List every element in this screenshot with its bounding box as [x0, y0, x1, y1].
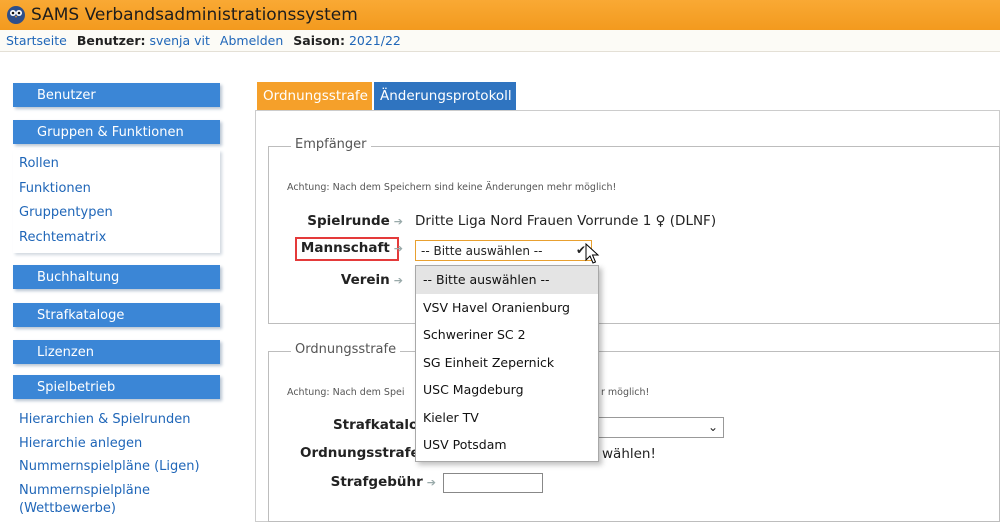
sidebar-item-hierarchie-anlegen[interactable]: Hierarchie anlegen	[0, 432, 200, 456]
sidebar-item-nummernspielplaene-ligen[interactable]: Nummernspielpläne (Ligen)	[0, 455, 200, 479]
top-navbar: Startseite Benutzer: svenja vit Abmelden…	[0, 30, 1000, 52]
strafkatalog-label: Strafkatalog	[300, 417, 428, 433]
arrow-right-icon: ➔	[426, 476, 436, 489]
app-titlebar: SAMS Verbandsadministrationssystem	[0, 0, 1000, 30]
empfaenger-legend: Empfänger	[291, 137, 371, 152]
mannschaft-select-value: -- Bitte auswählen --	[421, 243, 543, 258]
ordnungsstrafe-note-end: r möglich!	[601, 387, 650, 398]
empfaenger-note: Achtung: Nach dem Speichern sind keine Ä…	[287, 182, 617, 193]
dropdown-option[interactable]: SG Einheit Zepernick	[416, 349, 598, 377]
dropdown-option[interactable]: Schweriner SC 2	[416, 321, 598, 349]
sidebar-spielbetrieb-list: Hierarchien & Spielrunden Hierarchie anl…	[0, 408, 200, 518]
user-label: Benutzer:	[76, 33, 146, 48]
verein-label-text: Verein	[340, 272, 390, 288]
chevron-down-icon: ⌄	[707, 420, 718, 434]
dropdown-option[interactable]: VSV Havel Oranienburg	[416, 294, 598, 322]
dropdown-option[interactable]: Kieler TV	[416, 404, 598, 432]
home-link[interactable]: Startseite	[6, 33, 67, 48]
arrow-right-icon: ➔	[393, 274, 403, 287]
dropdown-option[interactable]: USV Potsdam	[416, 431, 598, 459]
ordnungsstrafe-note-start: Achtung: Nach dem Spei	[287, 387, 405, 398]
owl-logo-icon	[7, 6, 25, 24]
sidebar-item-gruppentypen[interactable]: Gruppentypen	[0, 201, 113, 226]
sidebar-spielbetrieb-button[interactable]: Spielbetrieb	[13, 375, 220, 399]
mannschaft-label-text: Mannschaft	[300, 240, 390, 256]
ordnungsstrafe-value-tail: wählen!	[602, 446, 656, 462]
user-name-link[interactable]: svenja vit	[150, 33, 210, 48]
season-link[interactable]: 2021/22	[349, 33, 401, 48]
spielrunde-value: Dritte Liga Nord Frauen Vorrunde 1 ♀ (DL…	[415, 213, 717, 229]
spielrunde-label: Spielrunde ➔	[295, 213, 403, 229]
strafgebuehr-label-text: Strafgebühr	[330, 474, 423, 490]
arrow-right-icon: ➔	[393, 242, 403, 255]
sidebar-gruppen-list: Rollen Funktionen Gruppentypen Rechtemat…	[0, 152, 113, 250]
mannschaft-dropdown-list: -- Bitte auswählen -- VSV Havel Oranienb…	[415, 265, 599, 462]
mannschaft-select[interactable]: -- Bitte auswählen -- ✔	[415, 240, 592, 261]
sidebar-benutzer-button[interactable]: Benutzer	[13, 83, 220, 107]
season-label: Saison:	[293, 33, 345, 48]
ordnungsstrafe-label-text: Ordnungsstrafe	[300, 445, 420, 461]
empfaenger-fieldset: Empfänger	[268, 137, 1000, 324]
logout-link[interactable]: Abmelden	[220, 33, 283, 48]
tab-aenderungsprotokoll[interactable]: Änderungsprotokoll	[374, 82, 516, 110]
tab-ordnungsstrafe[interactable]: Ordnungsstrafe	[257, 82, 372, 110]
strafkatalog-select[interactable]: ⌄	[598, 417, 724, 438]
sidebar-item-funktionen[interactable]: Funktionen	[0, 177, 113, 202]
sidebar-item-nummernspielplaene-wettbewerbe[interactable]: Nummernspielpläne (Wettbewerbe)	[0, 479, 200, 518]
sidebar-item-label: (Wettbewerbe)	[19, 500, 116, 516]
sidebar-lizenzen-button[interactable]: Lizenzen	[13, 340, 220, 364]
sidebar-item-rechtematrix[interactable]: Rechtematrix	[0, 226, 113, 251]
strafkatalog-label-text: Strafkatalog	[332, 417, 428, 433]
sidebar-gruppen-button[interactable]: Gruppen & Funktionen	[13, 120, 220, 144]
spielrunde-label-text: Spielrunde	[307, 213, 390, 229]
sidebar-item-label: Nummernspielpläne	[19, 482, 150, 498]
ordnungsstrafe-legend: Ordnungsstrafe	[291, 342, 401, 357]
dropdown-option[interactable]: -- Bitte auswählen --	[416, 266, 598, 294]
dropdown-option[interactable]: USC Magdeburg	[416, 376, 598, 404]
sidebar-item-hierarchien[interactable]: Hierarchien & Spielrunden	[0, 408, 200, 432]
ordnungsstrafe-label: Ordnungsstrafe	[300, 445, 420, 461]
strafgebuehr-input[interactable]	[443, 473, 543, 493]
arrow-right-icon: ➔	[393, 215, 403, 228]
sidebar-buchhaltung-button[interactable]: Buchhaltung	[13, 265, 220, 289]
app-title: SAMS Verbandsadministrationssystem	[31, 5, 358, 25]
verein-label: Verein ➔	[295, 272, 403, 288]
mouse-cursor-icon	[585, 243, 600, 264]
strafgebuehr-label: Strafgebühr ➔	[300, 474, 436, 490]
mannschaft-label: Mannschaft ➔	[295, 240, 403, 256]
sidebar-item-rollen[interactable]: Rollen	[0, 152, 113, 177]
sidebar-strafkataloge-button[interactable]: Strafkataloge	[13, 303, 220, 327]
